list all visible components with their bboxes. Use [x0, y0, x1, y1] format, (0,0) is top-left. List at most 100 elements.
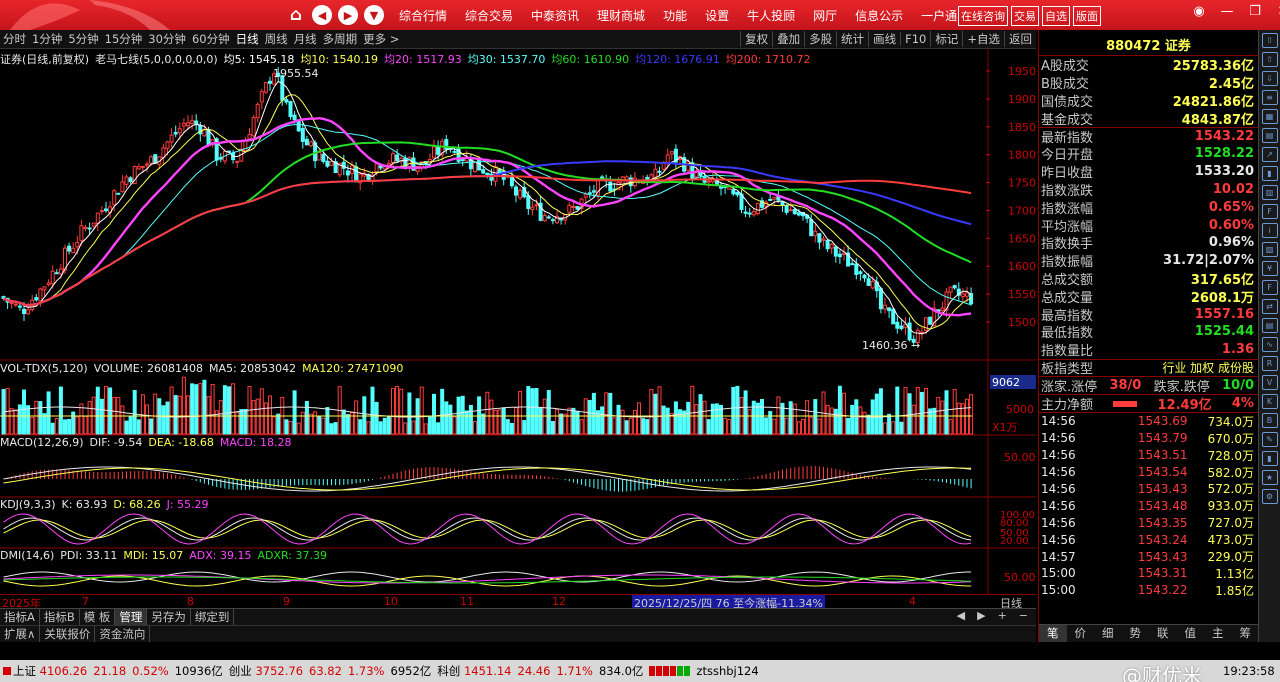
settings-icon[interactable]: ⚙	[1261, 489, 1278, 504]
menu-item[interactable]: 信息公示	[846, 7, 912, 24]
candle-body	[128, 177, 133, 183]
trade-button[interactable]: 交易	[1011, 6, 1039, 26]
period-tab[interactable]: 60分钟	[189, 31, 233, 47]
minimize-icon[interactable]: —	[1218, 4, 1236, 19]
panel-tab[interactable]: 笔	[1039, 625, 1067, 642]
period-tab[interactable]: 分时	[0, 31, 29, 47]
expand-tab[interactable]: 扩展∧	[0, 626, 41, 642]
period-tab[interactable]: 30分钟	[145, 31, 189, 47]
panel-tab[interactable]: 价	[1067, 625, 1095, 642]
period-tab[interactable]: 周线	[262, 31, 291, 47]
indicator-tab[interactable]: 模 板	[80, 609, 116, 625]
boll-icon[interactable]: B	[1261, 413, 1278, 428]
forward-icon[interactable]: ▶	[338, 5, 358, 25]
index-type-value[interactable]: 行业 加权 成份股	[1162, 359, 1254, 376]
draw-icon[interactable]: ✎	[1261, 432, 1278, 447]
toolbar-button[interactable]: F10	[900, 32, 930, 46]
toolbar-button[interactable]: 画线	[868, 31, 900, 47]
period-tab[interactable]: 1分钟	[29, 31, 65, 47]
related-quote-tab[interactable]: 关联报价	[40, 626, 96, 642]
close-icon[interactable]: ✕	[1274, 4, 1280, 19]
toolbar-button[interactable]: +自选	[962, 31, 1004, 47]
volume-bar	[325, 407, 330, 435]
grid-icon[interactable]: ▦	[1261, 109, 1278, 124]
candle-body	[809, 219, 814, 237]
fund-icon[interactable]: ¥	[1261, 261, 1278, 276]
home-icon[interactable]: ⌂	[286, 5, 306, 25]
period-tab-more[interactable]: 更多 >	[360, 31, 402, 47]
f10-icon[interactable]: F	[1261, 280, 1278, 295]
cy-index[interactable]: 创业 3752.76	[226, 663, 306, 679]
toolbar-button[interactable]: 统计	[836, 31, 868, 47]
toolbar-button[interactable]: 返回	[1004, 31, 1036, 47]
menu-item[interactable]: 网厅	[804, 7, 846, 24]
toolbar-button[interactable]: 多股	[804, 31, 836, 47]
period-tab[interactable]: 月线	[291, 31, 320, 47]
globe-icon[interactable]: ◉	[1190, 4, 1208, 19]
online-consult-button[interactable]: 在线咨询	[958, 6, 1008, 26]
list-icon[interactable]: ≡	[1261, 90, 1278, 105]
back-icon[interactable]: ◀	[312, 5, 332, 25]
period-tab[interactable]: 多周期	[320, 31, 361, 47]
tick-time: 14:56	[1041, 431, 1076, 446]
kline-chart-area[interactable]: 1950 1900 1850 1800 1750 1700 1650 1600 1550 1500…	[0, 49, 1036, 594]
scroll-left-icon[interactable]: ◀	[957, 609, 965, 622]
menu-item[interactable]: 牛人投顾	[738, 7, 804, 24]
panel-tab[interactable]: 筹	[1232, 625, 1260, 642]
table-icon[interactable]: ▤	[1261, 128, 1278, 143]
fund-flow-tab[interactable]: 资金流向	[95, 626, 151, 642]
period-tab[interactable]: 15分钟	[102, 31, 146, 47]
watchlist-button[interactable]: 自选	[1042, 6, 1070, 26]
chart-icon[interactable]: ▧	[1261, 242, 1278, 257]
up-arrow-icon[interactable]: ⇧	[1261, 52, 1278, 67]
toolbar-button[interactable]: 复权	[740, 31, 772, 47]
info-icon[interactable]: i	[1261, 223, 1278, 238]
menu-item[interactable]: 综合行情	[390, 7, 456, 24]
toolbar-button[interactable]: 标记	[930, 31, 962, 47]
panel-tab[interactable]: 势	[1122, 625, 1150, 642]
panel-tab[interactable]: 联	[1149, 625, 1177, 642]
panel-tab[interactable]: 值	[1177, 625, 1205, 642]
scroll-right-icon[interactable]: ▶	[977, 609, 985, 622]
menu-item[interactable]: 理财商城	[588, 7, 654, 24]
candle-icon[interactable]: ▮	[1261, 166, 1278, 181]
indicator-tab[interactable]: 指标B	[40, 609, 80, 625]
period-tab[interactable]: 5分钟	[65, 31, 101, 47]
indicator-tab[interactable]: 绑定到	[191, 609, 235, 625]
up-arrow-icon[interactable]: ⇧	[1261, 33, 1278, 48]
zoom-out-icon[interactable]: −	[1019, 609, 1028, 622]
rsi-icon[interactable]: R	[1261, 356, 1278, 371]
indicator-tab[interactable]: 指标A	[0, 609, 40, 625]
toolbar-button[interactable]: 叠加	[772, 31, 804, 47]
compare-icon[interactable]: ⇄	[1261, 299, 1278, 314]
period-tab-daily[interactable]: 日线	[233, 31, 262, 47]
menu-item[interactable]: 综合交易	[456, 7, 522, 24]
table-icon[interactable]: ▤	[1261, 318, 1278, 333]
vol-icon[interactable]: V	[1261, 375, 1278, 390]
kdj-icon[interactable]: K	[1261, 394, 1278, 409]
zoom-in-icon[interactable]: +	[998, 609, 1007, 622]
f10-icon[interactable]: F	[1261, 204, 1278, 219]
indicator-tab-manage[interactable]: 管理	[115, 609, 148, 625]
bar-chart-icon[interactable]: ▥	[1261, 185, 1278, 200]
mark-icon[interactable]: ★	[1261, 470, 1278, 485]
panel-tab[interactable]: 主	[1204, 625, 1232, 642]
layout-button[interactable]: 版面	[1073, 6, 1101, 26]
trend-icon[interactable]: ↗	[1261, 147, 1278, 162]
dropdown-icon[interactable]: ▼	[364, 5, 384, 25]
menu-item[interactable]: 中泰资讯	[522, 7, 588, 24]
maximize-icon[interactable]: ❐	[1246, 4, 1264, 19]
panel-tab[interactable]: 细	[1094, 625, 1122, 642]
down-arrow-icon[interactable]: ⇩	[1261, 71, 1278, 86]
menu-item[interactable]: 功能	[654, 7, 696, 24]
candle-body	[13, 303, 18, 306]
kc-index[interactable]: 科创 1451.14	[434, 663, 514, 679]
macd-icon[interactable]: ∿	[1261, 337, 1278, 352]
indicator-tab[interactable]: 另存为	[147, 609, 191, 625]
kline-chart-svg[interactable]: 1950 1900 1850 1800 1750 1700 1650 1600 1550 1500…	[0, 49, 1036, 594]
index-type-label: 板指类型	[1041, 362, 1094, 378]
menu-item[interactable]: 设置	[696, 7, 738, 24]
candle-icon[interactable]: ▮	[1261, 451, 1278, 466]
sh-index[interactable]: 上证 4106.26	[0, 663, 90, 679]
vol-legend-value: VOLUME: 26081408	[93, 362, 203, 375]
